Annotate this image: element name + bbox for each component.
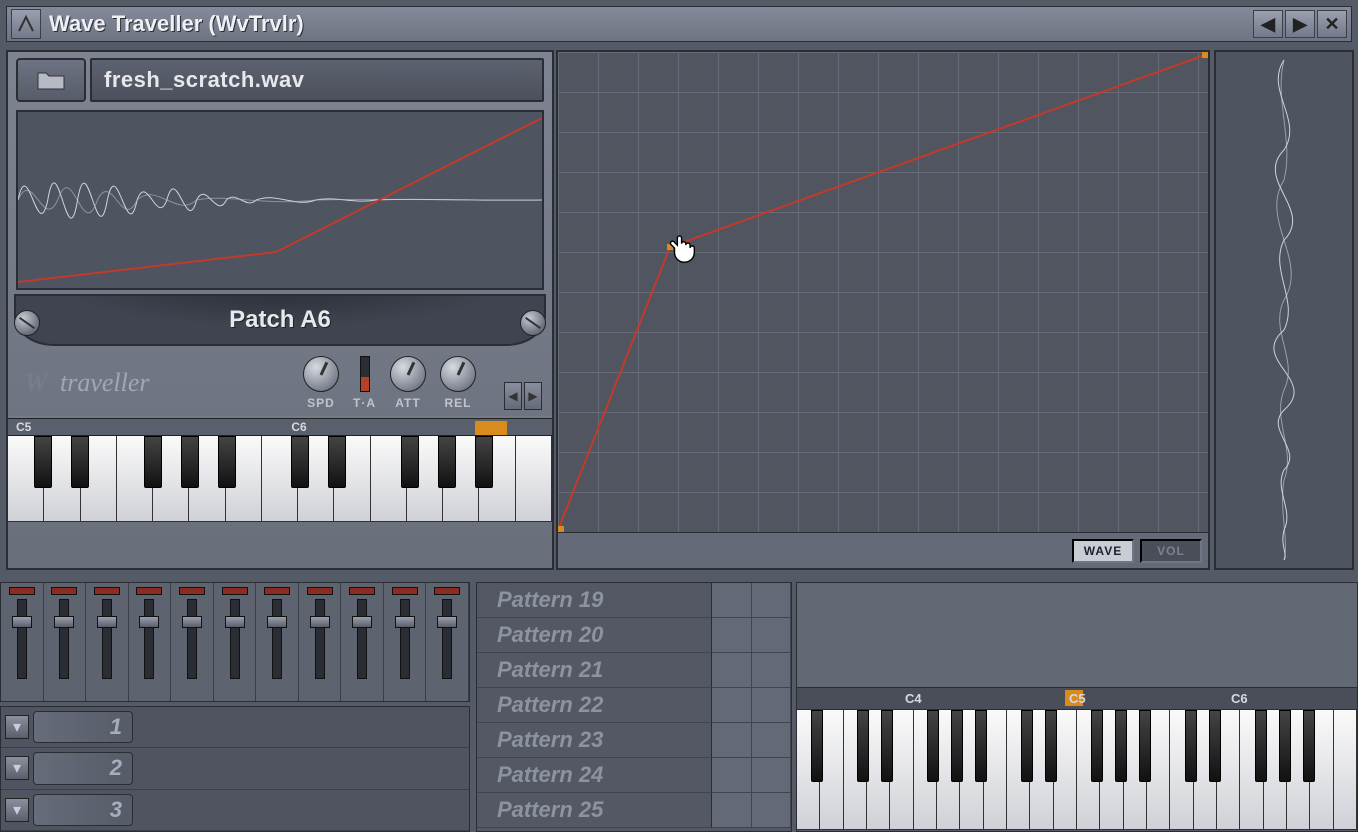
brand-mark-icon: W xyxy=(18,368,54,398)
screw-icon xyxy=(14,310,40,336)
pattern-list: Pattern 19 Pattern 20 Pattern 21 Pattern… xyxy=(476,582,792,832)
mixer-channel[interactable] xyxy=(214,583,257,701)
patch-prev-button[interactable]: ◀ xyxy=(504,382,522,410)
mixer-channel[interactable] xyxy=(341,583,384,701)
titlebar: Wave Traveller (WvTrvlr) ◀ ▶ ✕ xyxy=(6,6,1352,42)
selected-key-marker xyxy=(475,421,507,435)
attack-label: ATT xyxy=(395,396,420,410)
envelope-editor: WAVE VOL xyxy=(556,50,1210,570)
mixer-channel[interactable] xyxy=(86,583,129,701)
wave-mode-button[interactable]: WAVE xyxy=(1072,539,1134,563)
mixer-channel[interactable] xyxy=(171,583,214,701)
meter xyxy=(360,356,370,392)
pattern-item[interactable]: Pattern 19 xyxy=(477,583,711,618)
piano-roll: C4 C5 C6 xyxy=(796,582,1358,832)
mixer-channel[interactable] xyxy=(44,583,87,701)
controls-row: W traveller SPD T·A ATT REL ◀ ▶ xyxy=(8,346,552,414)
release-label: REL xyxy=(445,396,472,410)
vol-mode-button[interactable]: VOL xyxy=(1140,539,1202,563)
waveform-display-vertical[interactable] xyxy=(1214,50,1354,570)
pattern-item[interactable]: Pattern 23 xyxy=(477,723,711,758)
pattern-item[interactable]: Pattern 21 xyxy=(477,653,711,688)
pattern-cells[interactable] xyxy=(711,583,791,831)
track-headers: ▾ 1 ▾ 2 ▾ 3 xyxy=(0,706,470,832)
envelope-footer: WAVE VOL xyxy=(558,532,1208,568)
speed-label: SPD xyxy=(307,396,335,410)
track-menu-button[interactable]: ▾ xyxy=(5,798,29,822)
pattern-item[interactable]: Pattern 20 xyxy=(477,618,711,653)
mixer-channel[interactable] xyxy=(384,583,427,701)
mixer-channel[interactable] xyxy=(299,583,342,701)
screw-icon xyxy=(520,310,546,336)
track-menu-button[interactable]: ▾ xyxy=(5,715,29,739)
ruler-label-c5: C5 xyxy=(1069,691,1086,706)
pattern-item[interactable]: Pattern 22 xyxy=(477,688,711,723)
octave-label-c6: C6 xyxy=(291,420,306,434)
mixer-panel xyxy=(0,582,470,702)
mini-keyboard-section: C5 C6 xyxy=(8,416,552,522)
window-title: Wave Traveller (WvTrvlr) xyxy=(49,11,1251,37)
mixer-channel[interactable] xyxy=(426,583,469,701)
plugin-icon[interactable] xyxy=(11,9,41,39)
next-preset-button[interactable]: ▶ xyxy=(1285,10,1315,38)
track-row[interactable]: ▾ 3 xyxy=(1,790,469,831)
mixer-channel[interactable] xyxy=(1,583,44,701)
ruler-label-c6: C6 xyxy=(1231,691,1248,706)
ta-label: T·A xyxy=(353,396,376,410)
brand-text: traveller xyxy=(60,368,150,398)
mixer-channel[interactable] xyxy=(256,583,299,701)
track-row[interactable]: ▾ 2 xyxy=(1,748,469,789)
patch-label: Patch A6 xyxy=(229,306,331,334)
track-row[interactable]: ▾ 1 xyxy=(1,707,469,748)
envelope-grid[interactable] xyxy=(558,52,1208,532)
track-menu-button[interactable]: ▾ xyxy=(5,756,29,780)
close-button[interactable]: ✕ xyxy=(1317,10,1347,38)
track-number: 2 xyxy=(33,752,133,784)
pattern-item[interactable]: Pattern 24 xyxy=(477,758,711,793)
release-knob[interactable] xyxy=(440,356,476,392)
piano-roll-keyboard[interactable] xyxy=(797,710,1357,830)
patch-display[interactable]: Patch A6 xyxy=(14,294,546,346)
waveform-display-small[interactable] xyxy=(16,110,544,290)
folder-button[interactable] xyxy=(16,58,86,102)
attack-knob[interactable] xyxy=(390,356,426,392)
speed-knob[interactable] xyxy=(303,356,339,392)
prev-preset-button[interactable]: ◀ xyxy=(1253,10,1283,38)
brand-logo: W traveller xyxy=(18,368,150,398)
plugin-panel: fresh_scratch.wav Patch A6 W traveller xyxy=(6,50,554,570)
piano-roll-toolbar xyxy=(797,583,1357,688)
track-number: 3 xyxy=(33,794,133,826)
track-number: 1 xyxy=(33,711,133,743)
octave-label-c5: C5 xyxy=(16,420,31,434)
piano-roll-ruler[interactable]: C4 C5 C6 xyxy=(797,688,1357,710)
mixer-channel[interactable] xyxy=(129,583,172,701)
mini-keyboard[interactable] xyxy=(8,436,552,522)
patch-next-button[interactable]: ▶ xyxy=(524,382,542,410)
sample-filename-field[interactable]: fresh_scratch.wav xyxy=(90,58,544,102)
ruler-label-c4: C4 xyxy=(905,691,922,706)
pattern-item[interactable]: Pattern 25 xyxy=(477,793,711,828)
